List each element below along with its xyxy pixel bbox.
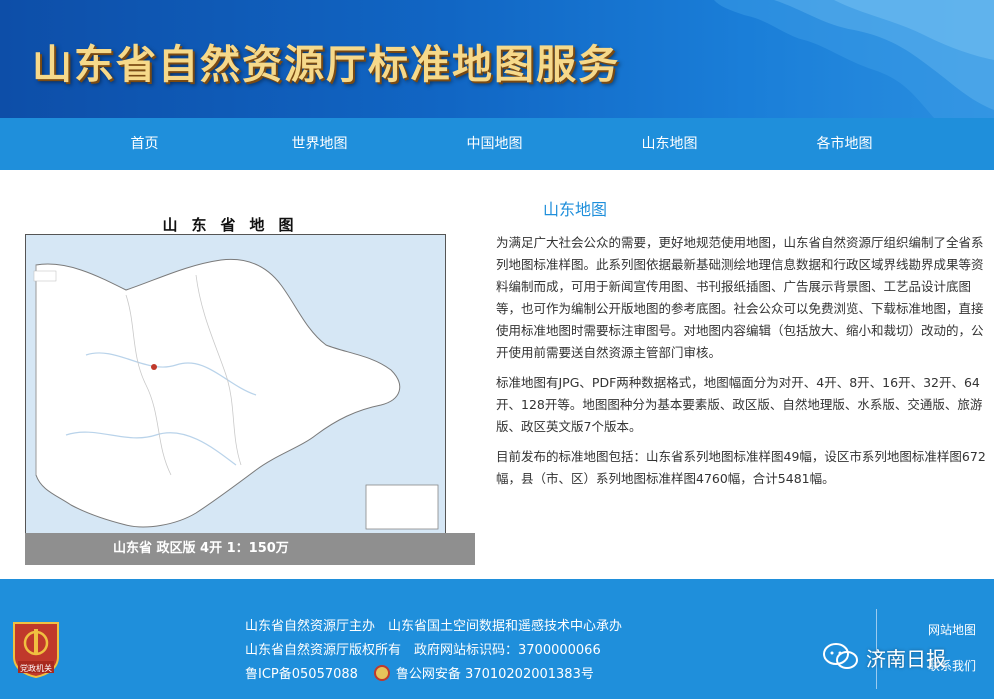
badge-label: 党政机关 [20,663,52,673]
footer-registration: 鲁ICP备05057088 鲁公网安备 37010202001383号 [245,663,594,682]
coastline-graphic [714,0,994,118]
nav-home[interactable]: 首页 [57,118,232,170]
header-banner: 山东省自然资源厅标准地图服务 [0,0,994,118]
map-image[interactable] [25,234,446,534]
shandong-map-graphic [26,235,445,533]
map-caption: 山东省 政区版 4开 1：150万 [25,533,475,565]
site-title: 山东省自然资源厅标准地图服务 [32,42,620,88]
section-title: 山东地图 [543,200,608,219]
nav-city-maps[interactable]: 各市地图 [757,118,932,170]
description-paragraph: 标准地图有JPG、PDF两种数据格式，地图幅面分为对开、4开、8开、16开、32… [496,375,983,434]
police-badge-icon [373,664,390,681]
wechat-icon [823,643,858,669]
map-card[interactable]: 山东省地图 山东省 政区版 4开 1：150万 [25,214,475,565]
party-government-badge-icon[interactable]: 党政机关 [10,619,62,679]
main-content: 山东省地图 山东省 政区版 4开 1：150万 山东地图 为满足广大社会公众的需… [0,170,994,579]
footer: 党政机关 山东省自然资源厅主办 山东省国土空间数据和遥感技术中心承办 山东省自然… [0,579,994,699]
icp-link[interactable]: 鲁ICP备05057088 [245,663,358,682]
nav-shandong-map[interactable]: 山东地图 [582,118,757,170]
description-paragraph: 为满足广大社会公众的需要，更好地规范使用地图，山东省自然资源厅组织编制了全省系列… [496,235,984,360]
page: 山东省自然资源厅标准地图服务 首页 世界地图 中国地图 山东地图 各市地图 山东… [0,0,994,699]
police-record-link[interactable]: 鲁公网安备 37010202001383号 [396,663,594,682]
footer-sponsor: 山东省自然资源厅主办 山东省国土空间数据和遥感技术中心承办 [245,619,623,634]
watermark-text: 济南日报 [866,646,946,671]
map-title: 山东省地图 [162,216,308,234]
footer-copyright: 山东省自然资源厅版权所有 政府网站标识码：3700000066 [245,643,601,658]
main-nav: 首页 世界地图 中国地图 山东地图 各市地图 [0,118,994,170]
nav-world-map[interactable]: 世界地图 [232,118,407,170]
description: 为满足广大社会公众的需要，更好地规范使用地图，山东省自然资源厅组织编制了全省系列… [496,232,992,498]
description-paragraph: 目前发布的标准地图包括：山东省系列地图标准样图49幅，设区市系列地图标准样图67… [496,449,986,486]
watermark: 济南日报 [822,639,946,675]
sitemap-link[interactable]: 网站地图 [928,621,976,638]
nav-china-map[interactable]: 中国地图 [407,118,582,170]
